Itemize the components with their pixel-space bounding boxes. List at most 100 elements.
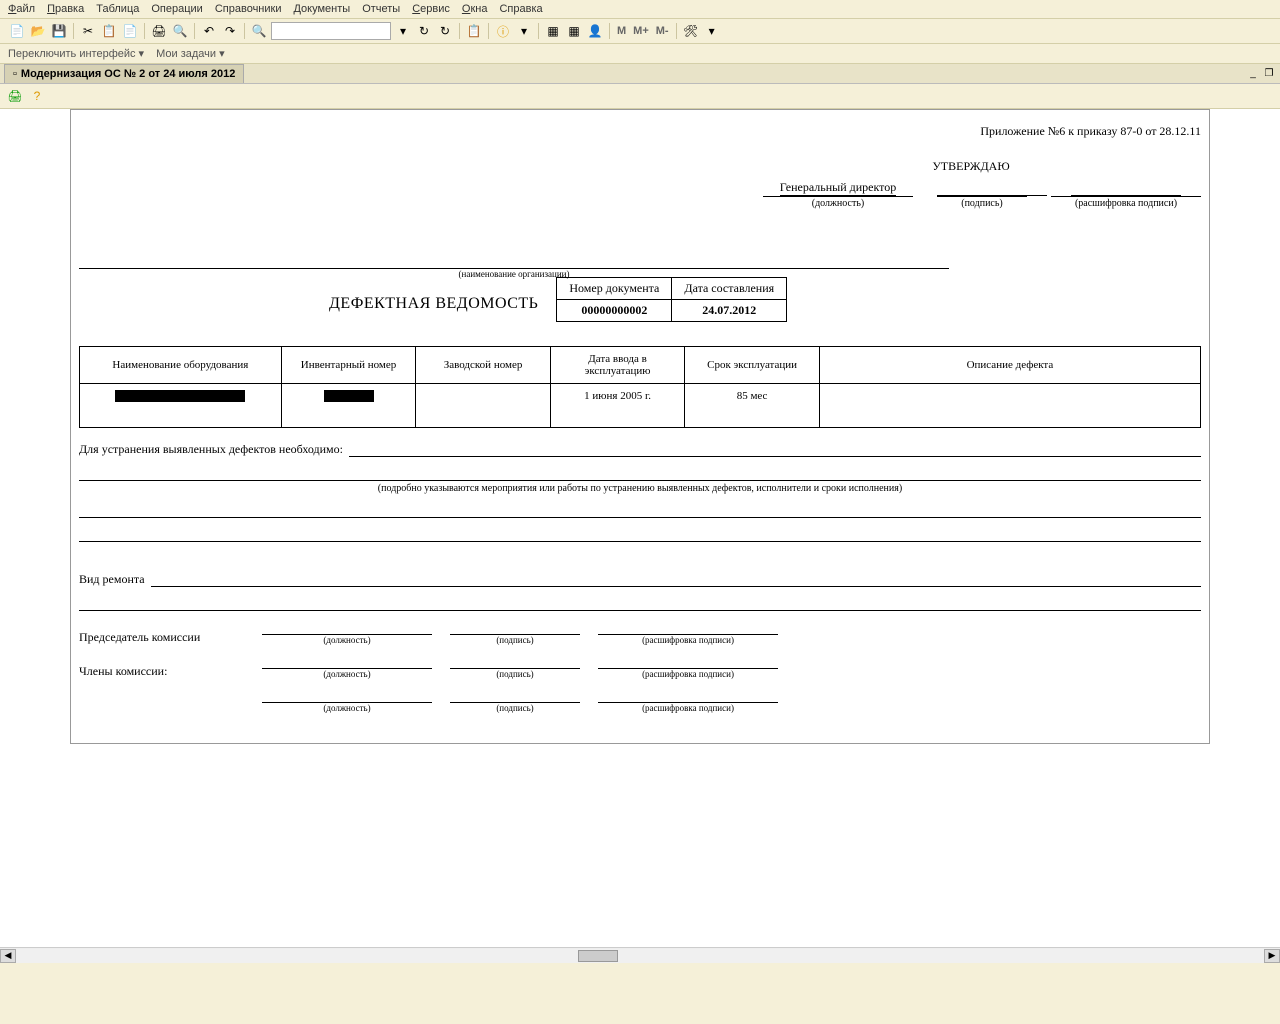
separator	[73, 23, 74, 39]
signature-line	[937, 180, 1047, 196]
search-input[interactable]	[271, 22, 391, 40]
decipher-line	[1071, 180, 1181, 196]
td-commiss: 1 июня 2005 г.	[550, 384, 685, 428]
main-toolbar: 📄 📂 💾 ✂ 📋 📄 🖨 🔍 ↶ ↷ 🔍 ▾ ↻ ↻ 📋 ⓘ ▾ ▦ ▦ 👤 …	[0, 19, 1280, 44]
help-icon[interactable]: ?	[28, 87, 46, 105]
repair-row: Вид ремонта	[79, 572, 1201, 587]
dropdown3-icon[interactable]: ▾	[703, 22, 721, 40]
menu-operations[interactable]: Операции	[151, 3, 202, 15]
td-term: 85 мес	[685, 384, 820, 428]
scroll-right-icon[interactable]: ▶	[1264, 949, 1280, 963]
paste-icon[interactable]: 📄	[121, 22, 139, 40]
pos-caption: (должность)	[262, 669, 432, 679]
minimize-icon[interactable]: _	[1246, 67, 1260, 81]
fix-note: (подробно указываются мероприятия или ра…	[79, 483, 1201, 494]
fix-line3	[79, 504, 1201, 518]
member-row-1: Члены комиссии: (должность) (подпись) (р…	[79, 655, 1201, 679]
date-label: Дата составления	[672, 278, 787, 300]
position-caption: (должность)	[763, 196, 913, 209]
fix-line4	[79, 528, 1201, 542]
cut-icon[interactable]: ✂	[79, 22, 97, 40]
main-menu: Файл Правка Таблица Операции Справочники…	[0, 0, 1280, 19]
separator	[244, 23, 245, 39]
th-defect: Описание дефекта	[819, 347, 1200, 384]
print-icon[interactable]: 🖨	[150, 22, 168, 40]
approve-label: УТВЕРЖДАЮ	[741, 159, 1201, 174]
undo-icon[interactable]: ↶	[200, 22, 218, 40]
linkbar: Переключить интерфейс ▾ Мои задачи ▾	[0, 44, 1280, 64]
switch-interface-link[interactable]: Переключить интерфейс ▾	[8, 47, 144, 60]
copy2-icon[interactable]: 📋	[465, 22, 483, 40]
menu-dictionaries[interactable]: Справочники	[215, 3, 282, 15]
sig-caption: (подпись)	[450, 703, 580, 713]
redacted-name	[115, 390, 245, 402]
fix-line2	[79, 467, 1201, 481]
menu-help[interactable]: Справка	[499, 3, 542, 15]
refresh2-icon[interactable]: ↻	[436, 22, 454, 40]
separator	[609, 23, 610, 39]
separator	[144, 23, 145, 39]
grid-icon[interactable]: ▦	[544, 22, 562, 40]
tool-icon[interactable]: 🛠	[682, 22, 700, 40]
scroll-track[interactable]	[16, 949, 1264, 963]
approve-block: УТВЕРЖДАЮ Генеральный директор (должност…	[79, 159, 1201, 209]
grid2-icon[interactable]: ▦	[565, 22, 583, 40]
user-icon[interactable]: 👤	[586, 22, 604, 40]
sig-caption: (подпись)	[450, 635, 580, 645]
copy-icon[interactable]: 📋	[100, 22, 118, 40]
document-tabbar: ▫ Модернизация ОС № 2 от 24 июля 2012 _ …	[0, 64, 1280, 84]
new-icon[interactable]: 📄	[8, 22, 26, 40]
table-row: 1 июня 2005 г. 85 мес	[80, 384, 1201, 428]
open-icon[interactable]: 📂	[29, 22, 47, 40]
menu-service[interactable]: Сервис	[412, 3, 450, 15]
chairman-row: Председатель комиссии (должность) (подпи…	[79, 621, 1201, 645]
menu-file[interactable]: Файл	[8, 3, 35, 15]
save-icon[interactable]: 💾	[50, 22, 68, 40]
repair-label: Вид ремонта	[79, 572, 145, 587]
decipher-caption: (расшифровка подписи)	[1051, 196, 1201, 209]
fix-line	[349, 443, 1201, 457]
dropdown-icon[interactable]: ▾	[394, 22, 412, 40]
separator	[488, 23, 489, 39]
dec-caption: (расшифровка подписи)	[598, 635, 778, 645]
document-title: ДЕФЕКТНАЯ ВЕДОМОСТЬ	[329, 295, 538, 313]
menu-documents[interactable]: Документы	[293, 3, 350, 15]
mem-m-button[interactable]: M	[615, 25, 628, 37]
refresh-icon[interactable]: ↻	[415, 22, 433, 40]
document-body: Приложение №6 к приказу 87-0 от 28.12.11…	[70, 109, 1210, 744]
scroll-left-icon[interactable]: ◀	[0, 949, 16, 963]
menu-windows[interactable]: Окна	[462, 3, 488, 15]
redacted-inv	[324, 390, 374, 402]
maximize-icon[interactable]: ❐	[1262, 67, 1276, 81]
signature-caption: (подпись)	[937, 196, 1027, 209]
document-tab[interactable]: ▫ Модернизация ОС № 2 от 24 июля 2012	[4, 64, 244, 83]
member-row-2: (должность) (подпись) (расшифровка подпи…	[79, 689, 1201, 713]
menu-edit[interactable]: Правка	[47, 3, 84, 15]
num-label: Номер документа	[557, 278, 672, 300]
menu-table[interactable]: Таблица	[96, 3, 139, 15]
gendir-value: Генеральный директор	[780, 180, 897, 196]
doc-icon: ▫	[13, 68, 17, 80]
my-tasks-link[interactable]: Мои задачи ▾	[156, 47, 225, 60]
td-factory	[416, 384, 551, 428]
redo-icon[interactable]: ↷	[221, 22, 239, 40]
search-icon[interactable]: 🔍	[250, 22, 268, 40]
info-icon[interactable]: ⓘ	[494, 22, 512, 40]
members-label: Члены комиссии:	[79, 664, 244, 679]
fix-label: Для устранения выявленных дефектов необх…	[79, 442, 343, 457]
mem-mminus-button[interactable]: M-	[654, 25, 671, 37]
print2-icon[interactable]: 🖨	[6, 87, 24, 105]
equipment-table: Наименование оборудования Инвентарный но…	[79, 346, 1201, 428]
mem-mplus-button[interactable]: M+	[631, 25, 651, 37]
preview-icon[interactable]: 🔍	[171, 22, 189, 40]
repair-line	[151, 573, 1201, 587]
dropdown2-icon[interactable]: ▾	[515, 22, 533, 40]
org-line	[79, 255, 949, 269]
td-defect	[819, 384, 1200, 428]
menu-reports[interactable]: Отчеты	[362, 3, 400, 15]
separator	[194, 23, 195, 39]
content-area: Приложение №6 к приказу 87-0 от 28.12.11…	[0, 109, 1280, 963]
scroll-thumb[interactable]	[578, 950, 618, 962]
num-value: 00000000002	[557, 300, 672, 322]
horizontal-scrollbar[interactable]: ◀ ▶	[0, 947, 1280, 963]
